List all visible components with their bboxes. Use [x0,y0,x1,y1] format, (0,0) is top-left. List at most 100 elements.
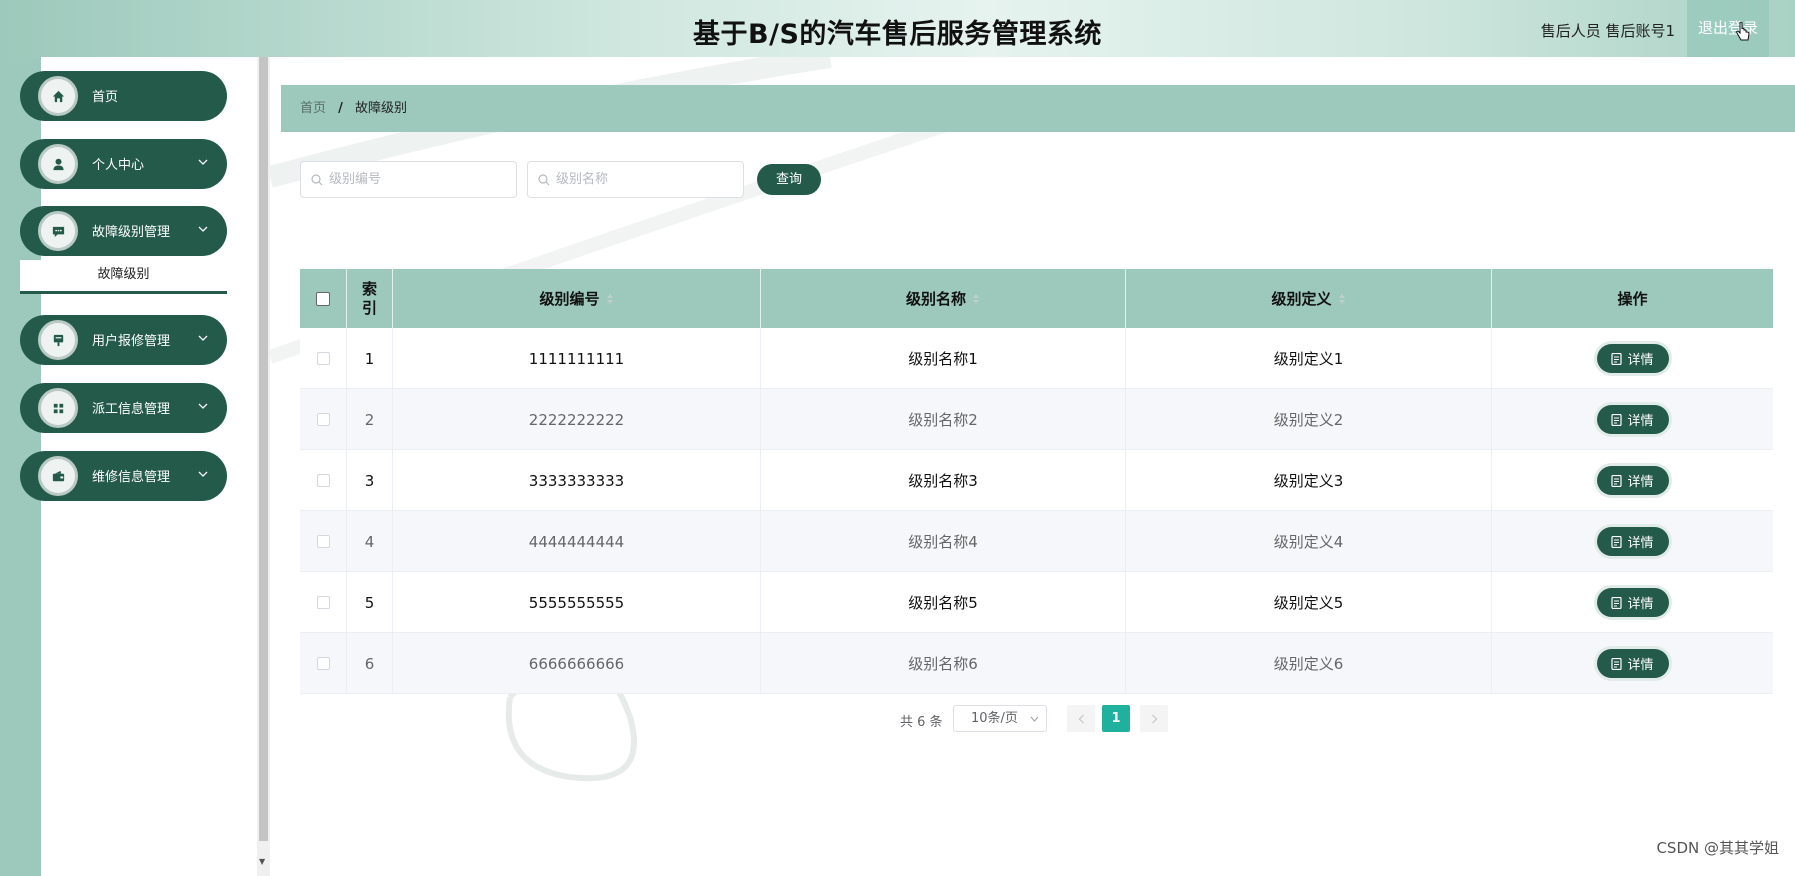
detail-button[interactable]: 详情 [1596,344,1669,373]
mouse-cursor-icon [1736,22,1750,41]
watermark: CSDN @其其学姐 [1656,839,1779,857]
detail-button-label: 详情 [1627,536,1654,551]
page-size-select[interactable]: 10条/页 [953,705,1047,732]
row-index: 2 [347,389,393,450]
sidebar-subitem-fault-level[interactable]: 故障级别 [20,260,227,294]
page-number-current[interactable]: 1 [1102,705,1130,732]
row-select-cell [300,328,347,389]
row-level-definition: 级别定义6 [1126,633,1492,694]
table-row: 6 6666666666 级别名称6 级别定义6 详情 [300,633,1773,694]
breadcrumb: 首页 / 故障级别 [281,85,1795,132]
user-icon [38,144,78,184]
detail-button[interactable]: 详情 [1596,649,1669,678]
sidebar-item-fault-level-management[interactable]: 故障级别管理 [20,206,227,256]
breadcrumb-current: 故障级别 [355,101,408,116]
row-level-definition: 级别定义3 [1126,450,1492,511]
wallet-icon [38,456,78,496]
row-action-cell: 详情 [1492,389,1773,450]
sidebar-item-personal-center[interactable]: 个人中心 [20,139,227,189]
app-title: 基于B/S的汽车售后服务管理系统 [693,19,1102,50]
row-checkbox[interactable] [316,535,330,548]
table-row: 5 5555555555 级别名称5 级别定义5 详情 [300,572,1773,633]
chevron-down-icon [198,335,208,341]
chevron-down-icon [198,403,208,409]
detail-button[interactable]: 详情 [1596,466,1669,495]
header-index-char-2: 引 [361,298,377,317]
level-code-search-input[interactable]: 级别编号 [300,161,517,198]
row-level-name: 级别名称6 [761,633,1126,694]
header-index: 索 引 [347,269,393,328]
detail-button-label: 详情 [1627,414,1654,429]
detail-button-label: 详情 [1627,475,1654,490]
sort-icon[interactable] [606,293,614,305]
row-checkbox[interactable] [316,596,330,609]
scroll-down-arrow-icon[interactable]: ▼ [259,857,265,866]
grid-icon [38,388,78,428]
header-index-char-1: 索 [361,279,377,298]
header-level-code[interactable]: 级别编号 [393,269,761,328]
detail-button[interactable]: 详情 [1596,588,1669,617]
row-select-cell [300,450,347,511]
row-action-cell: 详情 [1492,450,1773,511]
page-size-value: 10条/页 [971,711,1018,726]
top-header: 基于B/S的汽车售后服务管理系统 售后人员 售后账号1 退出登录 [0,0,1795,57]
level-name-placeholder: 级别名称 [556,172,609,187]
header-select-cell [300,269,347,328]
level-code-placeholder: 级别编号 [329,172,382,187]
row-level-definition: 级别定义4 [1126,511,1492,572]
chevron-down-icon [198,159,208,165]
row-select-cell [300,572,347,633]
sidebar-item-home[interactable]: 首页 [20,71,227,121]
sidebar-item-repair-request-management[interactable]: 用户报修管理 [20,315,227,365]
sidebar-scrollbar[interactable]: ▼ [257,57,270,876]
detail-button-label: 详情 [1627,658,1654,673]
row-level-definition: 级别定义5 [1126,572,1492,633]
header-level-name-label: 级别名称 [905,290,966,308]
level-name-search-input[interactable]: 级别名称 [527,161,744,198]
detail-button[interactable]: 详情 [1596,527,1669,556]
row-select-cell [300,511,347,572]
sidebar-item-label: 首页 [92,90,119,105]
header-level-code-label: 级别编号 [539,290,600,308]
message-icon [38,211,78,251]
row-select-cell [300,633,347,694]
query-button[interactable]: 查询 [757,164,821,195]
document-icon [1611,657,1623,670]
scrollbar-thumb[interactable] [259,57,268,841]
sidebar-item-dispatch-management[interactable]: 派工信息管理 [20,383,227,433]
current-user: 售后人员 售后账号1 [1540,22,1675,40]
sort-icon[interactable] [972,293,980,305]
document-icon [1611,596,1623,609]
header-level-name[interactable]: 级别名称 [761,269,1126,328]
row-checkbox[interactable] [316,474,330,487]
document-icon [1611,535,1623,548]
breadcrumb-home-link[interactable]: 首页 [300,101,326,116]
chevron-left-icon [1078,714,1084,723]
row-action-cell: 详情 [1492,633,1773,694]
row-checkbox[interactable] [316,657,330,670]
sidebar-item-maintenance-management[interactable]: 维修信息管理 [20,451,227,501]
row-action-cell: 详情 [1492,328,1773,389]
detail-button[interactable]: 详情 [1596,405,1669,434]
header-action-label: 操作 [1617,290,1648,308]
row-level-name: 级别名称4 [761,511,1126,572]
row-level-code: 6666666666 [393,633,761,694]
header-level-definition[interactable]: 级别定义 [1126,269,1492,328]
row-checkbox[interactable] [316,413,330,426]
sidebar-item-label: 个人中心 [92,158,145,173]
header-level-definition-label: 级别定义 [1271,290,1332,308]
row-level-code: 4444444444 [393,511,761,572]
row-level-name: 级别名称3 [761,450,1126,511]
prev-page-button[interactable] [1067,705,1095,732]
next-page-button[interactable] [1140,705,1168,732]
table-row: 1 1111111111 级别名称1 级别定义1 详情 [300,328,1773,389]
select-all-checkbox[interactable] [316,291,330,306]
sort-icon[interactable] [1338,293,1346,305]
logout-button[interactable]: 退出登录 [1687,0,1769,57]
main-content: 首页 / 故障级别 级别编号 级别名称 查询 索 引 级别编号 级别名称 级别定… [270,57,1795,876]
row-index: 3 [347,450,393,511]
row-index: 1 [347,328,393,389]
detail-button-label: 详情 [1627,353,1654,368]
chevron-down-icon [1030,716,1039,722]
row-checkbox[interactable] [316,352,330,365]
